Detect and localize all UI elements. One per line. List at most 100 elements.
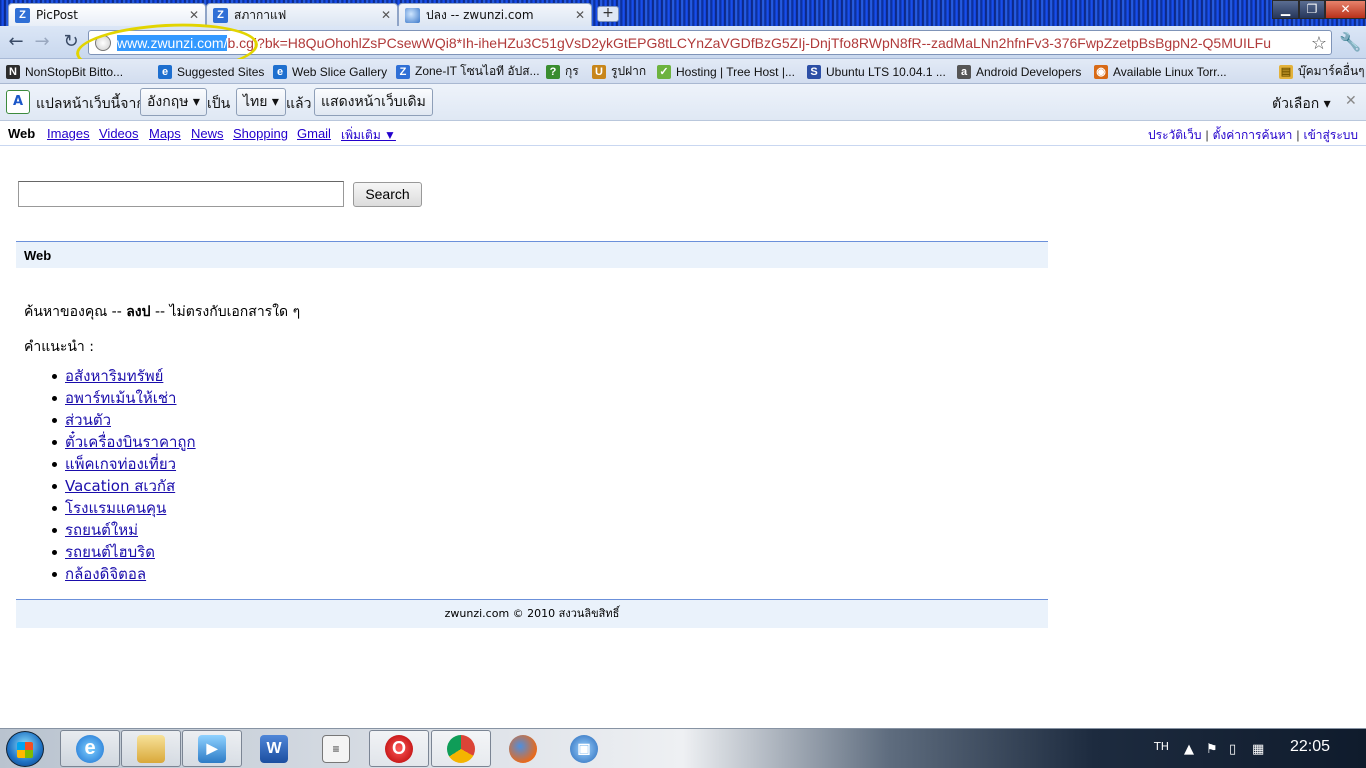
screen: Z PicPost ✕ Z สภากาแฟ ✕ ปลง -- zwunzi.co…: [0, 0, 1366, 768]
url-domain: www.zwunzi.com/: [117, 34, 228, 51]
sign-in-link[interactable]: เข้าสู่ระบบ: [1304, 128, 1359, 142]
back-arrow-icon[interactable]: ←: [5, 32, 27, 54]
tab-zwunzi[interactable]: ปลง -- zwunzi.com ✕: [398, 3, 592, 26]
source-language-dropdown[interactable]: อังกฤษ ▾: [140, 88, 207, 116]
suggestion-link[interactable]: กล้องดิจิตอล: [65, 565, 146, 583]
system-clock[interactable]: 22:05: [1290, 738, 1330, 756]
nav-images[interactable]: Images: [47, 126, 90, 141]
browser-toolbar: ← → ↻ www.zwunzi.com/b.cgi?bk=H8QuOhohlZ…: [0, 26, 1366, 59]
document-icon: ≡: [322, 734, 350, 763]
bookmark-available-linux-torrents[interactable]: ◉ Available Linux Torr...: [1094, 63, 1227, 80]
ie-icon: e: [273, 64, 287, 79]
close-tab-icon[interactable]: ✕: [575, 8, 585, 22]
nav-web[interactable]: Web: [8, 126, 35, 141]
suggestion-link[interactable]: รถยนต์ไฮบริด: [65, 543, 155, 561]
ie-icon: e: [158, 64, 172, 79]
web-history-link[interactable]: ประวัติเว็บ: [1148, 128, 1202, 142]
close-window-button[interactable]: ✕: [1325, 0, 1366, 19]
bookmark-nonstopbit[interactable]: N NonStopBit Bitto...: [6, 63, 123, 80]
show-original-button[interactable]: แสดงหน้าเว็บเดิม: [314, 88, 433, 116]
nav-shopping[interactable]: Shopping: [233, 126, 288, 141]
forward-arrow-icon[interactable]: →: [31, 32, 53, 54]
taskbar-word[interactable]: W: [244, 730, 304, 767]
bookmark-zone-it[interactable]: Z Zone-IT โซนไอที อัปส...: [396, 63, 540, 80]
nav-gmail[interactable]: Gmail: [297, 126, 331, 141]
taskbar-explorer[interactable]: [121, 730, 181, 767]
language-indicator[interactable]: TH: [1154, 740, 1169, 753]
show-hidden-icons-icon[interactable]: ▲: [1184, 742, 1194, 757]
taskbar-opera[interactable]: O: [369, 730, 429, 767]
search-input[interactable]: [18, 181, 344, 207]
minimize-button[interactable]: ▁: [1272, 0, 1299, 19]
taskbar-chrome[interactable]: [431, 730, 491, 767]
nav-more[interactable]: เพิ่มเติม ▼: [341, 126, 396, 145]
list-item: โรงแรมแคนคุน: [49, 498, 196, 520]
tab-picpost[interactable]: Z PicPost ✕: [8, 3, 206, 26]
list-item: ส่วนตัว: [49, 410, 196, 432]
bookmark-web-slice-gallery[interactable]: e Web Slice Gallery: [273, 63, 387, 80]
bookmark-rup-fak[interactable]: U รูปฝาก: [592, 63, 646, 80]
close-infobar-icon[interactable]: ✕: [1345, 93, 1357, 109]
bookmark-hosting-tree-host[interactable]: ✓ Hosting | Tree Host |...: [657, 63, 795, 80]
bookmark-ubuntu-lts[interactable]: S Ubuntu LTS 10.04.1 ...: [807, 63, 946, 80]
taskbar-app[interactable]: ▣: [554, 730, 614, 767]
nav-news[interactable]: News: [191, 126, 224, 141]
leaf-icon: ✓: [657, 64, 671, 79]
nav-videos[interactable]: Videos: [99, 126, 139, 141]
bookmark-android-developers[interactable]: a Android Developers: [957, 63, 1081, 80]
translate-prefix-label: แปลหน้าเว็บนี้จาก: [36, 96, 145, 112]
taskbar-ie[interactable]: e: [60, 730, 120, 767]
tab-sapa-kafae[interactable]: Z สภากาแฟ ✕: [206, 3, 398, 26]
wrench-menu-icon[interactable]: 🔧: [1339, 32, 1361, 53]
taskbar-firefox[interactable]: [493, 730, 553, 767]
taskbar-media-player[interactable]: ▶: [182, 730, 242, 767]
suggestion-link[interactable]: ตั๋วเครื่องบินราคาถูก: [65, 433, 196, 451]
media-player-icon: ▶: [198, 734, 226, 763]
bookmark-star-icon[interactable]: ☆: [1311, 33, 1327, 54]
opera-icon: O: [385, 734, 413, 763]
target-language-dropdown[interactable]: ไทย ▾: [236, 88, 286, 116]
search-settings-link[interactable]: ตั้งค่าการค้นหา: [1213, 128, 1293, 142]
globe-favicon-icon: [405, 7, 420, 23]
translate-options-button[interactable]: ตัวเลือก ▾: [1272, 93, 1331, 115]
translate-after-label: แล้ว: [286, 96, 312, 112]
start-button[interactable]: [6, 731, 44, 767]
action-center-flag-icon[interactable]: ⚑: [1206, 742, 1218, 757]
network-icon[interactable]: ▦: [1252, 742, 1264, 757]
other-bookmarks-folder[interactable]: ▤ บุ๊คมาร์คอื่นๆ: [1279, 63, 1365, 80]
suggestion-link[interactable]: ส่วนตัว: [65, 411, 111, 429]
windows-logo-icon: [17, 742, 33, 758]
search-button[interactable]: Search: [353, 182, 422, 207]
new-tab-button[interactable]: +: [597, 6, 619, 22]
suggestion-link[interactable]: โรงแรมแคนคุน: [65, 499, 166, 517]
taskbar-notepad[interactable]: ≡: [306, 730, 366, 767]
suggestion-link[interactable]: อสังหาริมทรัพย์: [65, 367, 163, 385]
close-tab-icon[interactable]: ✕: [189, 8, 199, 22]
device-icon[interactable]: ▯: [1229, 742, 1236, 757]
suggestions-list: อสังหาริมทรัพย์ อพาร์ทเม้นให้เช่า ส่วนตั…: [49, 366, 196, 586]
os-taskbar: e ▶ W ≡ O ▣ TH ▲ ⚑ ▯ ▦ 22:05: [0, 728, 1366, 768]
maximize-button[interactable]: ❐: [1299, 0, 1325, 19]
suggestion-link[interactable]: รถยนต์ใหม่: [65, 521, 138, 539]
query-term: ลงป: [126, 304, 151, 320]
zone-it-icon: Z: [396, 64, 410, 79]
account-links: ประวัติเว็บ | ตั้งค่าการค้นหา | เข้าสู่ระบบ: [1148, 128, 1359, 142]
bookmark-kur[interactable]: ? กุร: [546, 63, 579, 80]
address-bar[interactable]: www.zwunzi.com/b.cgi?bk=H8QuOhohlZsPCsew…: [88, 30, 1332, 55]
results-header: Web: [16, 241, 1048, 268]
page-info-icon[interactable]: [95, 34, 111, 51]
ubuntu-s-icon: S: [807, 64, 821, 79]
suggestion-link[interactable]: อพาร์ทเม้นให้เช่า: [65, 389, 176, 407]
suggestion-link[interactable]: แพ็คเกจท่องเที่ยว: [65, 455, 176, 473]
list-item: แพ็คเกจท่องเที่ยว: [49, 454, 196, 476]
word-icon: W: [260, 734, 288, 763]
upload-icon: U: [592, 64, 606, 79]
close-tab-icon[interactable]: ✕: [381, 8, 391, 22]
suggestion-link[interactable]: Vacation สเวกัส: [65, 477, 175, 495]
translate-icon: A: [6, 90, 30, 114]
nav-maps[interactable]: Maps: [149, 126, 181, 141]
bookmark-suggested-sites[interactable]: e Suggested Sites: [158, 63, 264, 80]
translate-infobar: A แปลหน้าเว็บนี้จาก อังกฤษ ▾ เป็น ไทย ▾ …: [0, 84, 1366, 121]
folder-icon: ▤: [1279, 64, 1293, 79]
reload-icon[interactable]: ↻: [60, 32, 82, 54]
